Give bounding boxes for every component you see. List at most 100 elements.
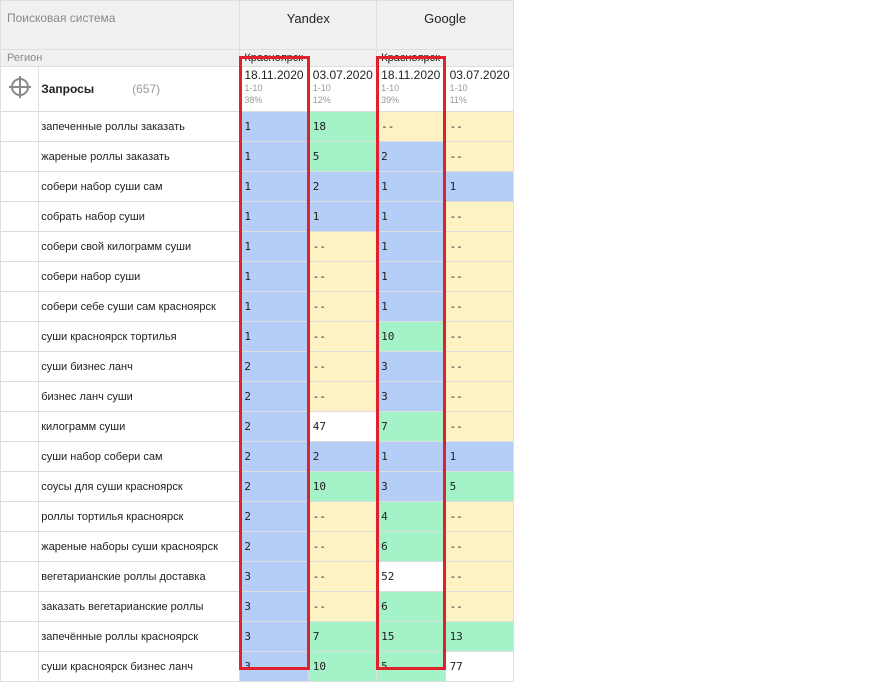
position-cell[interactable]: 1 <box>307 201 378 232</box>
position-cell[interactable]: 5 <box>444 471 515 502</box>
position-cell[interactable]: -- <box>444 561 515 592</box>
engine-yandex-header[interactable]: Yandex <box>239 0 378 50</box>
date-column-header[interactable]: 18.11.2020 1-10 38% <box>239 66 309 112</box>
position-cell[interactable]: 1 <box>239 321 309 352</box>
position-cell[interactable]: -- <box>307 501 378 532</box>
keyword-cell[interactable]: собрать набор суши <box>38 201 241 232</box>
position-cell[interactable]: 13 <box>444 621 515 652</box>
position-cell[interactable]: 18 <box>307 111 378 142</box>
position-cell[interactable]: 10 <box>307 471 378 502</box>
position-cell[interactable]: -- <box>444 591 515 622</box>
table-row[interactable]: собрать набор суши 1 1 1 -- <box>0 201 515 232</box>
position-cell[interactable]: 7 <box>376 411 446 442</box>
position-cell[interactable]: 1 <box>376 291 446 322</box>
keyword-cell[interactable]: запеченные роллы заказать <box>38 111 241 142</box>
position-cell[interactable]: 7 <box>307 621 378 652</box>
position-cell[interactable]: 2 <box>239 501 309 532</box>
keyword-cell[interactable]: заказать вегетарианские роллы <box>38 591 241 622</box>
keyword-cell[interactable]: суши набор собери сам <box>38 441 241 472</box>
position-cell[interactable]: 3 <box>376 471 446 502</box>
position-cell[interactable]: -- <box>307 561 378 592</box>
position-cell[interactable]: 47 <box>307 411 378 442</box>
table-row[interactable]: суши красноярск тортилья 1 -- 10 -- <box>0 321 515 352</box>
position-cell[interactable]: -- <box>307 321 378 352</box>
position-cell[interactable]: 2 <box>239 411 309 442</box>
target-icon-cell[interactable] <box>0 66 40 112</box>
position-cell[interactable]: 2 <box>307 441 378 472</box>
position-cell[interactable]: 1 <box>376 231 446 262</box>
position-cell[interactable]: 1 <box>239 111 309 142</box>
position-cell[interactable]: -- <box>444 351 515 382</box>
date-column-header[interactable]: 03.07.2020 1-10 11% <box>444 66 515 112</box>
position-cell[interactable]: 1 <box>376 201 446 232</box>
position-cell[interactable]: 6 <box>376 591 446 622</box>
position-cell[interactable]: -- <box>444 291 515 322</box>
position-cell[interactable]: -- <box>444 501 515 532</box>
position-cell[interactable]: 6 <box>376 531 446 562</box>
keyword-cell[interactable]: жареные роллы заказать <box>38 141 241 172</box>
keyword-cell[interactable]: суши красноярск тортилья <box>38 321 241 352</box>
table-row[interactable]: жареные роллы заказать 1 5 2 -- <box>0 141 515 172</box>
position-cell[interactable]: 2 <box>239 441 309 472</box>
table-row[interactable]: запеченные роллы заказать 1 18 -- -- <box>0 111 515 142</box>
position-cell[interactable]: -- <box>307 591 378 622</box>
position-cell[interactable]: 2 <box>239 351 309 382</box>
position-cell[interactable]: 1 <box>239 231 309 262</box>
position-cell[interactable]: -- <box>376 111 446 142</box>
table-row[interactable]: суши набор собери сам 2 2 1 1 <box>0 441 515 472</box>
table-row[interactable]: суши красноярск бизнес ланч 3 10 5 77 <box>0 651 515 682</box>
position-cell[interactable]: -- <box>444 111 515 142</box>
position-cell[interactable]: 3 <box>239 561 309 592</box>
table-row[interactable]: бизнес ланч суши 2 -- 3 -- <box>0 381 515 412</box>
table-row[interactable]: жареные наборы суши красноярск 2 -- 6 -- <box>0 531 515 562</box>
position-cell[interactable]: 52 <box>376 561 446 592</box>
engine-google-header[interactable]: Google <box>376 0 514 50</box>
keyword-cell[interactable]: собери себе суши сам красноярск <box>38 291 241 322</box>
keyword-cell[interactable]: вегетарианские роллы доставка <box>38 561 241 592</box>
position-cell[interactable]: -- <box>307 351 378 382</box>
position-cell[interactable]: -- <box>444 201 515 232</box>
position-cell[interactable]: 77 <box>444 651 515 682</box>
position-cell[interactable]: -- <box>444 321 515 352</box>
table-row[interactable]: собери свой килограмм суши 1 -- 1 -- <box>0 231 515 262</box>
position-cell[interactable]: 1 <box>239 291 309 322</box>
position-cell[interactable]: -- <box>307 261 378 292</box>
keyword-cell[interactable]: роллы тортилья красноярск <box>38 501 241 532</box>
queries-header[interactable]: Запросы (657) <box>38 66 241 112</box>
position-cell[interactable]: 10 <box>307 651 378 682</box>
position-cell[interactable]: 3 <box>239 591 309 622</box>
position-cell[interactable]: 2 <box>307 171 378 202</box>
position-cell[interactable]: -- <box>307 531 378 562</box>
position-cell[interactable]: 1 <box>444 171 515 202</box>
position-cell[interactable]: 2 <box>239 471 309 502</box>
position-cell[interactable]: -- <box>444 381 515 412</box>
position-cell[interactable]: -- <box>444 261 515 292</box>
position-cell[interactable]: -- <box>307 231 378 262</box>
keyword-cell[interactable]: собери набор суши сам <box>38 171 241 202</box>
keyword-cell[interactable]: соусы для суши красноярск <box>38 471 241 502</box>
position-cell[interactable]: 2 <box>239 531 309 562</box>
keyword-cell[interactable]: собери набор суши <box>38 261 241 292</box>
date-column-header[interactable]: 03.07.2020 1-10 12% <box>307 66 378 112</box>
keyword-cell[interactable]: суши красноярск бизнес ланч <box>38 651 241 682</box>
position-cell[interactable]: 1 <box>239 171 309 202</box>
table-row[interactable]: килограмм суши 2 47 7 -- <box>0 411 515 442</box>
position-cell[interactable]: 4 <box>376 501 446 532</box>
position-cell[interactable]: 1 <box>239 261 309 292</box>
keyword-cell[interactable]: жареные наборы суши красноярск <box>38 531 241 562</box>
table-row[interactable]: запечённые роллы красноярск 3 7 15 13 <box>0 621 515 652</box>
table-row[interactable]: вегетарианские роллы доставка 3 -- 52 -- <box>0 561 515 592</box>
position-cell[interactable]: 5 <box>376 651 446 682</box>
position-cell[interactable]: 3 <box>376 351 446 382</box>
table-row[interactable]: собери себе суши сам красноярск 1 -- 1 -- <box>0 291 515 322</box>
position-cell[interactable]: -- <box>444 141 515 172</box>
position-cell[interactable]: 5 <box>307 141 378 172</box>
position-cell[interactable]: 10 <box>376 321 446 352</box>
position-cell[interactable]: -- <box>444 411 515 442</box>
keyword-cell[interactable]: собери свой килограмм суши <box>38 231 241 262</box>
position-cell[interactable]: 2 <box>376 141 446 172</box>
position-cell[interactable]: 3 <box>239 621 309 652</box>
position-cell[interactable]: 1 <box>376 171 446 202</box>
keyword-cell[interactable]: запечённые роллы красноярск <box>38 621 241 652</box>
position-cell[interactable]: 3 <box>239 651 309 682</box>
